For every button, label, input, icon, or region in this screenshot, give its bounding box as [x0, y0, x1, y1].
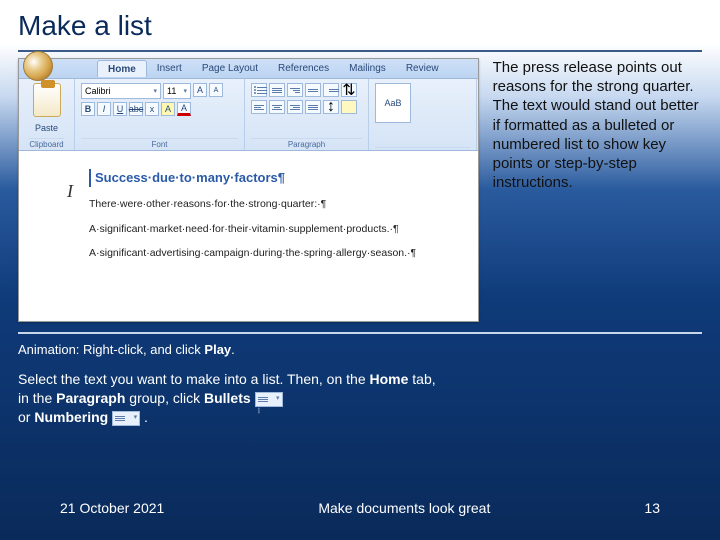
- font-color-button[interactable]: A: [177, 102, 191, 116]
- instructions: Select the text you want to make into a …: [18, 370, 440, 427]
- tab-page-layout[interactable]: Page Layout: [192, 60, 268, 77]
- chevron-down-icon: ▾: [153, 87, 157, 95]
- align-center-icon[interactable]: [269, 100, 285, 114]
- numbering-icon[interactable]: [269, 83, 285, 97]
- footer-page: 13: [644, 500, 660, 516]
- bold-button[interactable]: B: [81, 102, 95, 116]
- tab-mailings[interactable]: Mailings: [339, 60, 396, 77]
- tab-home[interactable]: Home: [97, 60, 147, 77]
- paste-label: Paste: [35, 123, 58, 133]
- tab-references[interactable]: References: [268, 60, 339, 77]
- italic-button[interactable]: I: [97, 102, 111, 116]
- explanation-text: The press release points out reasons for…: [493, 58, 702, 322]
- underline-button[interactable]: U: [113, 102, 127, 116]
- group-paragraph: Paragraph: [251, 138, 362, 149]
- tab-insert[interactable]: Insert: [147, 60, 192, 77]
- subscript-button[interactable]: x: [145, 102, 159, 116]
- doc-p3: A·significant·advertising·campaign·durin…: [89, 246, 468, 261]
- text-cursor-icon: I: [67, 181, 73, 202]
- font-size-value: 11: [167, 86, 176, 96]
- document-area: I Success·due·to·many·factors¶ There·wer…: [19, 151, 478, 321]
- footer-center: Make documents look great: [318, 500, 490, 516]
- paste-icon[interactable]: [33, 83, 61, 117]
- chevron-down-icon: ▾: [183, 87, 187, 95]
- doc-heading: Success·due·to·many·factors¶: [95, 170, 285, 185]
- bullets-icon[interactable]: [251, 83, 267, 97]
- font-name-value: Calibri: [85, 86, 111, 96]
- font-size-combo[interactable]: 11 ▾: [163, 83, 191, 99]
- anim-prefix: Animation: Right-click, and click: [18, 342, 204, 357]
- footer-date: 21 October 2021: [60, 500, 164, 516]
- strike-button[interactable]: abc: [129, 102, 143, 116]
- bullets-inline-icon: ▾: [255, 392, 283, 407]
- group-font: Font: [81, 138, 238, 149]
- office-button-icon[interactable]: [23, 51, 53, 81]
- line-spacing-icon[interactable]: ↕: [323, 100, 339, 114]
- align-right-icon[interactable]: [287, 100, 303, 114]
- doc-p1: There·were·other·reasons·for·the·strong·…: [89, 197, 468, 212]
- increase-indent-icon[interactable]: [323, 83, 339, 97]
- group-styles: [375, 147, 470, 149]
- divider: [18, 50, 702, 52]
- style-swatch[interactable]: AaB: [375, 83, 411, 123]
- shading-icon[interactable]: [341, 100, 357, 114]
- highlight-button[interactable]: A: [161, 102, 175, 116]
- grow-font-icon[interactable]: A: [193, 83, 207, 97]
- numbering-inline-icon: ▾: [112, 411, 140, 426]
- slide-title: Make a list: [18, 10, 152, 42]
- shrink-font-icon[interactable]: A: [209, 83, 223, 97]
- tab-review[interactable]: Review: [396, 60, 449, 77]
- anim-play: Play: [204, 342, 231, 357]
- ribbon-tabs: Home Insert Page Layout References Maili…: [97, 60, 449, 77]
- divider: [18, 332, 702, 334]
- multilevel-icon[interactable]: [287, 83, 303, 97]
- sort-icon[interactable]: ⇅: [341, 83, 357, 97]
- group-clipboard: Clipboard: [29, 138, 63, 149]
- decrease-indent-icon[interactable]: [305, 83, 321, 97]
- animation-note: Animation: Right-click, and click Play.: [18, 342, 702, 357]
- align-left-icon[interactable]: [251, 100, 267, 114]
- doc-p2: A·significant·market·need·for·their·vita…: [89, 222, 468, 237]
- font-name-combo[interactable]: Calibri ▾: [81, 83, 161, 99]
- word-screenshot: Home Insert Page Layout References Maili…: [18, 58, 479, 322]
- justify-icon[interactable]: [305, 100, 321, 114]
